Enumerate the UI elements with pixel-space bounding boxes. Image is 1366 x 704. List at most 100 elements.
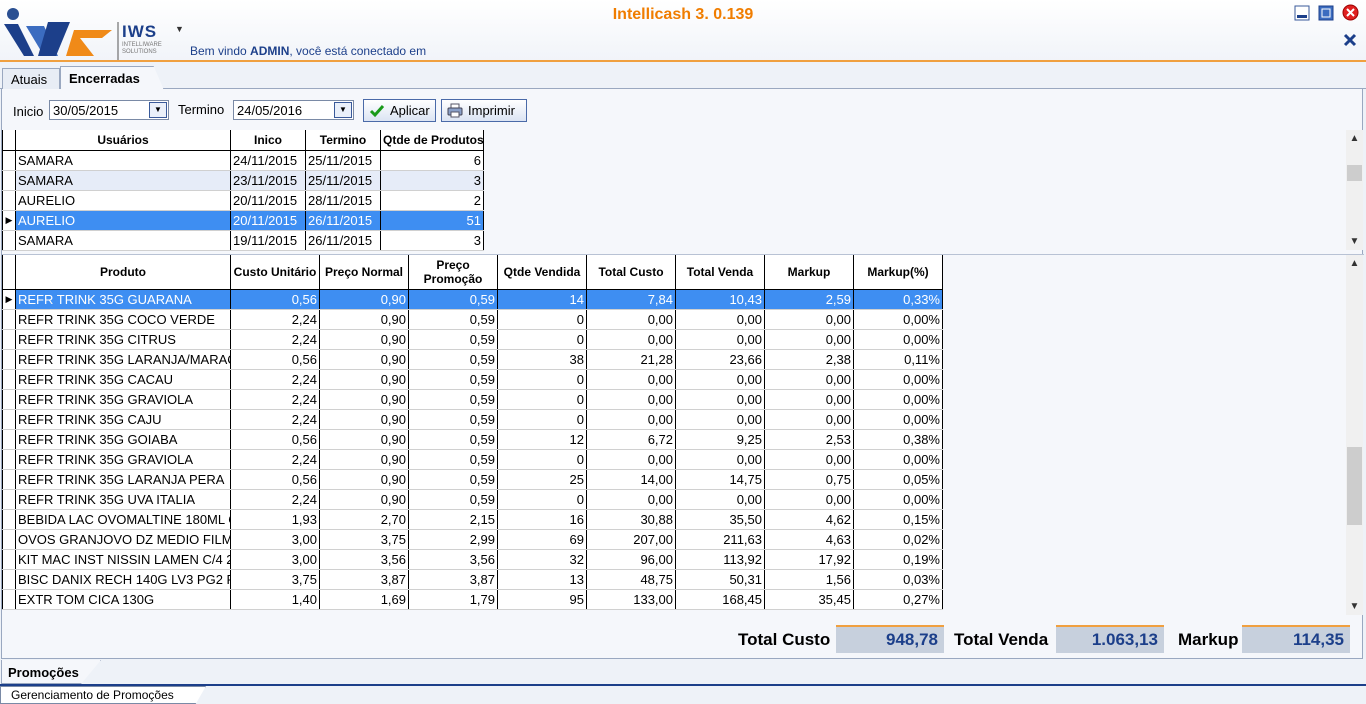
row-indicator[interactable] bbox=[2, 349, 16, 370]
product-row[interactable]: REFR TRINK 35G LARANJA PERA 0,56 0,90 0,59 2… bbox=[2, 469, 943, 490]
session-row[interactable]: SAMARA 23/11/2015 25/11/2015 3 bbox=[2, 170, 484, 191]
row-pointer-icon[interactable]: ▶ bbox=[2, 210, 16, 231]
close-button[interactable] bbox=[1342, 4, 1359, 21]
column-header-custo-unitario[interactable]: Custo Unitário bbox=[230, 255, 320, 290]
chevron-down-icon[interactable]: ▼ bbox=[334, 102, 352, 118]
column-header-total-custo[interactable]: Total Custo bbox=[586, 255, 676, 290]
product-row[interactable]: EXTR TOM CICA 130G 1,40 1,69 1,79 95 133,00 16… bbox=[2, 589, 943, 610]
column-header-qtde-produtos[interactable]: Qtde de Produtos bbox=[380, 130, 484, 151]
tab-atuais[interactable]: Atuais bbox=[2, 68, 60, 89]
session-row[interactable]: ▶ AURELIO 20/11/2015 26/11/2015 51 bbox=[2, 210, 484, 231]
row-indicator[interactable] bbox=[2, 309, 16, 330]
product-row[interactable]: REFR TRINK 35G CACAU 2,24 0,90 0,59 0 0,00 0,0… bbox=[2, 369, 943, 390]
product-row[interactable]: REFR TRINK 35G GRAVIOLA 2,24 0,90 0,59 0 0,00… bbox=[2, 389, 943, 410]
scroll-down-icon[interactable]: ▼ bbox=[1346, 598, 1363, 615]
scrollbar-thumb[interactable] bbox=[1347, 447, 1362, 525]
maximize-icon bbox=[1318, 5, 1334, 21]
scroll-down-icon[interactable]: ▼ bbox=[1346, 233, 1363, 250]
column-header-preco-promocao[interactable]: Preço Promoção bbox=[408, 255, 498, 290]
sessions-scrollbar[interactable]: ▲ ▼ bbox=[1346, 130, 1363, 250]
chevron-down-icon[interactable]: ▼ bbox=[149, 102, 167, 118]
row-indicator[interactable] bbox=[2, 389, 16, 410]
cell-preco-normal: 1,69 bbox=[319, 589, 409, 610]
product-row[interactable]: KIT MAC INST NISSIN LAMEN C/4 2 3,00 3,56 3… bbox=[2, 549, 943, 570]
product-row[interactable]: REFR TRINK 35G LARANJA/MARACUJA0,560,900… bbox=[2, 349, 943, 370]
cell-total-venda: 35,50 bbox=[675, 509, 765, 530]
product-row[interactable]: ▶ REFR TRINK 35G GUARANA 0,56 0,90 0,59 14 7,8… bbox=[2, 289, 943, 310]
cell-custo-unitario: 2,24 bbox=[230, 329, 320, 350]
row-indicator[interactable] bbox=[2, 170, 16, 191]
session-row[interactable]: SAMARA 19/11/2015 26/11/2015 3 bbox=[2, 230, 484, 251]
cell-total-custo: 0,00 bbox=[586, 389, 676, 410]
row-indicator[interactable] bbox=[2, 429, 16, 450]
termino-date-field[interactable]: 24/05/2016 ▼ bbox=[233, 100, 354, 120]
chevron-down-icon[interactable]: ▼ bbox=[175, 24, 184, 34]
app-title: Intellicash 3. 0.139 bbox=[612, 6, 754, 23]
row-pointer-icon[interactable]: ▶ bbox=[2, 289, 16, 310]
product-row[interactable]: REFR TRINK 35G CITRUS 2,24 0,90 0,59 0 0,00 0,… bbox=[2, 329, 943, 350]
product-row[interactable]: REFR TRINK 35G GOIABA 0,56 0,90 0,59 12 6,72 9… bbox=[2, 429, 943, 450]
column-header-produto[interactable]: Produto bbox=[15, 255, 231, 290]
row-indicator[interactable] bbox=[2, 449, 16, 470]
column-header-qtde-vendida[interactable]: Qtde Vendida bbox=[497, 255, 587, 290]
row-indicator-header bbox=[2, 255, 16, 290]
welcome-suffix: , você está conectado em bbox=[289, 44, 427, 58]
cell-usuario: SAMARA bbox=[15, 170, 231, 191]
product-row[interactable]: BEBIDA LAC OVOMALTINE 180ML C 1,93 2,70 2,1… bbox=[2, 509, 943, 530]
row-indicator[interactable] bbox=[2, 409, 16, 430]
tab-encerradas[interactable]: Encerradas bbox=[60, 66, 164, 90]
aplicar-button[interactable]: Aplicar bbox=[363, 99, 436, 122]
column-header-total-venda[interactable]: Total Venda bbox=[675, 255, 765, 290]
row-indicator[interactable] bbox=[2, 589, 16, 610]
products-scrollbar[interactable]: ▲ ▼ bbox=[1346, 255, 1363, 615]
product-row[interactable]: BISC DANIX RECH 140G LV3 PG2 P 3,75 3,87 3,… bbox=[2, 569, 943, 590]
scroll-up-icon[interactable]: ▲ bbox=[1346, 255, 1363, 272]
cell-markup-pct: 0,00% bbox=[853, 309, 943, 330]
maximize-button[interactable] bbox=[1318, 5, 1334, 21]
column-header-markup[interactable]: Markup bbox=[764, 255, 854, 290]
row-indicator[interactable] bbox=[2, 509, 16, 530]
product-row[interactable]: REFR TRINK 35G UVA ITALIA 2,24 0,90 0,59 0 0,… bbox=[2, 489, 943, 510]
session-row[interactable]: AURELIO 20/11/2015 28/11/2015 2 bbox=[2, 190, 484, 211]
cell-produto: REFR TRINK 35G COCO VERDE bbox=[15, 309, 231, 330]
cell-custo-unitario: 3,00 bbox=[230, 529, 320, 550]
row-indicator[interactable] bbox=[2, 489, 16, 510]
tab-gerenciamento-promocoes[interactable]: Gerenciamento de Promoções bbox=[0, 686, 206, 704]
cell-custo-unitario: 1,93 bbox=[230, 509, 320, 530]
product-row[interactable]: OVOS GRANJOVO DZ MEDIO FILM 3,00 3,75 2,99 6… bbox=[2, 529, 943, 550]
row-indicator[interactable] bbox=[2, 369, 16, 390]
product-row[interactable]: REFR TRINK 35G GRAVIOLA 2,24 0,90 0,59 0 0,00… bbox=[2, 449, 943, 470]
column-header-markup-pct[interactable]: Markup(%) bbox=[853, 255, 943, 290]
column-header-preco-normal[interactable]: Preço Normal bbox=[319, 255, 409, 290]
column-header-termino[interactable]: Termino bbox=[305, 130, 381, 151]
row-indicator[interactable] bbox=[2, 549, 16, 570]
cell-qtde-produtos: 2 bbox=[380, 190, 484, 211]
row-indicator[interactable] bbox=[2, 190, 16, 211]
tab-promocoes[interactable]: Promoções bbox=[1, 660, 101, 684]
imprimir-button[interactable]: Imprimir bbox=[441, 99, 527, 122]
app-header: IWS INTELLIWARE SOLUTIONS ▼ Bem vindo AD… bbox=[0, 0, 1366, 62]
column-header-inicio[interactable]: Inico bbox=[230, 130, 306, 151]
row-indicator[interactable] bbox=[2, 150, 16, 171]
product-row[interactable]: REFR TRINK 35G CAJU 2,24 0,90 0,59 0 0,00 0,00… bbox=[2, 409, 943, 430]
minimize-button[interactable] bbox=[1294, 5, 1310, 21]
row-indicator[interactable] bbox=[2, 469, 16, 490]
cell-markup-pct: 0,15% bbox=[853, 509, 943, 530]
column-header-usuarios[interactable]: Usuários bbox=[15, 130, 231, 151]
cell-qtde-vendida: 13 bbox=[497, 569, 587, 590]
scroll-up-icon[interactable]: ▲ bbox=[1346, 130, 1363, 147]
inicio-date-field[interactable]: 30/05/2015 ▼ bbox=[49, 100, 169, 120]
scrollbar-thumb[interactable] bbox=[1347, 165, 1362, 181]
cell-qtde-vendida: 0 bbox=[497, 489, 587, 510]
close-form-button[interactable] bbox=[1342, 32, 1358, 48]
product-row[interactable]: REFR TRINK 35G COCO VERDE 2,24 0,90 0,59 0 0,… bbox=[2, 309, 943, 330]
cell-qtde-vendida: 0 bbox=[497, 329, 587, 350]
cell-markup: 35,45 bbox=[764, 589, 854, 610]
cell-preco-promocao: 0,59 bbox=[408, 469, 498, 490]
row-indicator[interactable] bbox=[2, 329, 16, 350]
row-indicator[interactable] bbox=[2, 569, 16, 590]
row-indicator[interactable] bbox=[2, 529, 16, 550]
cell-total-custo: 0,00 bbox=[586, 329, 676, 350]
row-indicator[interactable] bbox=[2, 230, 16, 251]
session-row[interactable]: SAMARA 24/11/2015 25/11/2015 6 bbox=[2, 150, 484, 171]
